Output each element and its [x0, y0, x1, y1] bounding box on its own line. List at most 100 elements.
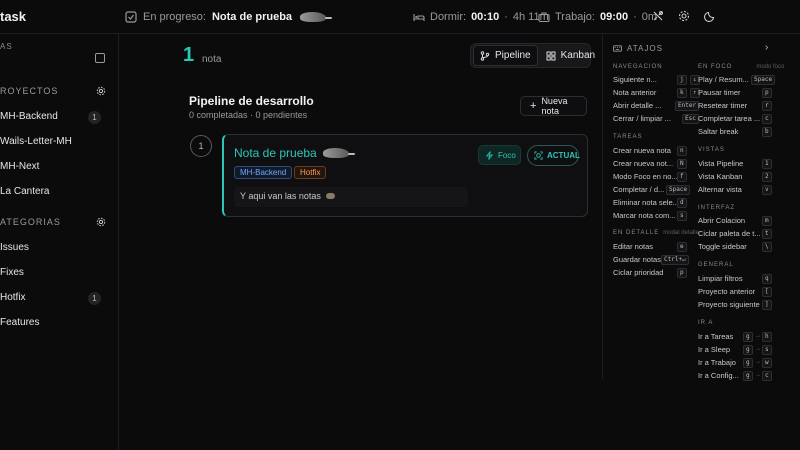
shortcut-row: Proyecto siguiente [698, 300, 760, 309]
separator: · [504, 11, 508, 23]
key-cap: b [762, 127, 772, 137]
sidebar-item-project[interactable]: MH-Backend [0, 111, 58, 122]
group-en-detalle: EN DETALLE modal detalle [613, 230, 699, 236]
key-cap: Space [751, 75, 776, 85]
hedgehog-emoji-icon [326, 193, 336, 199]
sidebar-item-project[interactable]: La Cantera [0, 186, 49, 197]
shortcut-row: Completar / d... [613, 185, 665, 194]
tab-kanban[interactable]: Kanban [540, 45, 601, 66]
note-title-text: Nota de prueba [234, 146, 317, 160]
shortcut-row: Modo Foco en no... [613, 172, 678, 181]
shortcuts-title: ATAJOS [627, 44, 663, 53]
note-count-label: nota [202, 54, 222, 65]
top-actions [652, 10, 716, 22]
grid-icon [546, 51, 556, 61]
new-note-label: Nueva nota [541, 96, 568, 116]
app-brand: task [0, 9, 27, 24]
note-title: Nota de prueba [234, 146, 355, 160]
key-cap: g [743, 332, 753, 342]
shortcut-row: Siguiente n... [613, 75, 657, 84]
key-cap: k [677, 88, 687, 98]
lightning-icon [485, 150, 494, 160]
key-cap: g [743, 371, 753, 381]
key-join-arrow: → [755, 333, 761, 339]
branch-icon [480, 50, 490, 61]
group-en-detalle-title: EN DETALLE [613, 230, 660, 236]
key-cap: c [762, 114, 772, 124]
gear-icon[interactable] [678, 10, 690, 22]
key-cap: w [762, 358, 772, 368]
group-hint: modal detalle [663, 230, 699, 236]
sidebar-item-project[interactable]: MH-Next [0, 161, 39, 172]
in-progress-indicator[interactable]: En progreso: Nota de prueba [125, 11, 333, 23]
note-count: 1 [183, 44, 195, 66]
shortcut-row: Guardar notas [613, 255, 661, 264]
moon-icon[interactable] [704, 10, 716, 22]
shortcut-row: Vista Kanban [698, 172, 743, 181]
key-cap: p [677, 268, 687, 278]
key-cap: 1 [762, 159, 772, 169]
key-cap: t [762, 229, 772, 239]
key-cap: g [743, 345, 753, 355]
key-cap: s [762, 345, 772, 355]
focus-button[interactable]: Foco [478, 145, 521, 165]
note-card[interactable]: Nota de prueba MH-Backend Hotfix Y aqui … [222, 134, 588, 217]
shortcut-row: Pausar timer [698, 88, 741, 97]
sidebar-item-project[interactable]: Wails-Letter-MH [0, 136, 72, 147]
current-label: ACTUAL [547, 151, 580, 160]
projects-settings-gear-icon[interactable] [96, 86, 106, 96]
key-cap: f [677, 172, 687, 182]
group-tareas: TAREAS [613, 134, 643, 140]
in-progress-label: En progreso: [143, 11, 206, 23]
shortcut-row: Nota anterior [613, 88, 657, 97]
shortcut-row: Ciclar prioridad [613, 268, 664, 277]
sleep-timer[interactable]: Dormir: 00:10 · 4h 11m [413, 11, 549, 23]
sidebar-item-category[interactable]: Hotfix [0, 292, 26, 303]
target-icon [534, 151, 543, 160]
current-button[interactable]: ACTUAL [527, 145, 580, 166]
app-window: task En progreso: Nota de prueba Dormir:… [0, 0, 800, 450]
sidebar-item-category[interactable]: Issues [0, 242, 29, 253]
group-interfaz: INTERFAZ [698, 205, 736, 211]
key-cap: p [762, 88, 772, 98]
collapse-sidebar-icon[interactable] [95, 53, 105, 63]
in-progress-title: Nota de prueba [211, 11, 293, 23]
shortcut-row: Vista Pipeline [698, 159, 744, 168]
group-general: GENERAL [698, 262, 734, 268]
shortcut-row: Proyecto anterior [698, 287, 756, 296]
group-navegacion: NAVEGACION [613, 64, 663, 70]
key-cap: Space [666, 185, 691, 195]
shortcuts-panel: ATAJOS › NAVEGACION Siguiente n... j ↓ N… [602, 34, 800, 381]
work-timer[interactable]: Trabajo: 09:00 · 0m [538, 11, 657, 23]
keyboard-icon [613, 44, 622, 53]
chevron-right-icon[interactable]: › [765, 42, 768, 53]
view-toggle: Pipeline Kanban [470, 43, 595, 68]
shortcut-row: Completar tarea ... [698, 114, 761, 123]
new-note-button[interactable]: + Nueva nota [520, 96, 587, 116]
key-cap: ] [762, 300, 772, 310]
key-cap: N [677, 159, 687, 169]
sidebar-item-category[interactable]: Features [0, 317, 39, 328]
briefcase-icon [538, 11, 550, 23]
sleep-time: 00:10 [471, 11, 500, 23]
shortcut-row: Resetear timer [698, 101, 748, 110]
key-cap: m [762, 216, 772, 226]
project-tag: MH-Backend [234, 166, 293, 179]
shortcut-row: Eliminar nota sele... [613, 198, 679, 207]
work-label: Trabajo: [555, 11, 595, 23]
key-cap: d [677, 198, 687, 208]
key-cap: h [762, 332, 772, 342]
tools-icon[interactable] [652, 10, 664, 22]
categories-settings-gear-icon[interactable] [96, 217, 106, 227]
mouse-emoji-icon [298, 11, 333, 23]
projects-heading: ROYECTOS [0, 86, 59, 96]
key-cap: Ctrl+↵ [661, 255, 689, 265]
separator: · [633, 11, 637, 23]
mouse-emoji-icon [321, 147, 355, 159]
tab-pipeline[interactable]: Pipeline [473, 45, 538, 66]
shortcut-row: Marcar nota com... [613, 211, 676, 220]
shortcut-row: Ir a Tareas [698, 332, 734, 341]
key-cap: \ [762, 242, 772, 252]
key-cap: v [762, 185, 772, 195]
sidebar-item-category[interactable]: Fixes [0, 267, 24, 278]
